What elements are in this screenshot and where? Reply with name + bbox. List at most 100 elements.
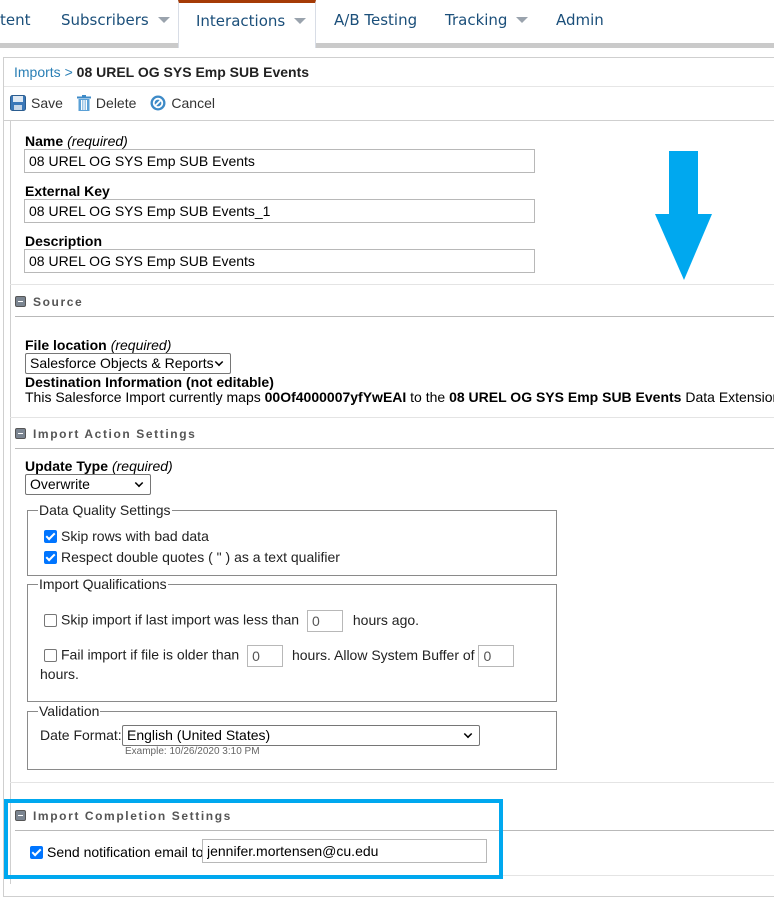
- update-type-select[interactable]: Overwrite: [25, 474, 151, 495]
- nav-tracking[interactable]: Tracking: [445, 0, 529, 43]
- breadcrumb-current: 08 UREL OG SYS Emp SUB Events: [76, 64, 310, 80]
- import-qualifications-group: Import Qualifications: [27, 576, 557, 702]
- caret-down-icon: [157, 17, 170, 23]
- file-location-value: Salesforce Objects & Reports: [30, 355, 214, 371]
- fail-hours-input[interactable]: 0: [247, 645, 284, 667]
- update-type-label: Update Type (required): [25, 458, 173, 474]
- collapse-icon[interactable]: [15, 810, 26, 821]
- skip-import-checkbox[interactable]: [44, 613, 57, 627]
- option-label: Send notification email to: [47, 844, 204, 860]
- nav-ab-testing[interactable]: A/B Testing: [334, 0, 417, 43]
- destination-info-label: Destination Information (not editable): [25, 374, 274, 390]
- file-location-select[interactable]: Salesforce Objects & Reports: [25, 353, 231, 374]
- option-label: Skip rows with bad data: [61, 528, 209, 544]
- delete-button[interactable]: Delete: [76, 95, 137, 111]
- destination-middle: to the: [410, 389, 446, 405]
- notification-email-input[interactable]: [202, 839, 487, 863]
- section-title: Import Action Settings: [33, 427, 197, 441]
- nav-label: Tracking: [445, 11, 508, 29]
- skip-bad-rows-option[interactable]: Skip rows with bad data: [44, 528, 209, 544]
- section-title: Import Completion Settings: [33, 809, 232, 823]
- option-label: Fail import if file is older than: [61, 646, 240, 663]
- collapse-icon[interactable]: [15, 296, 26, 307]
- divider: [4, 120, 774, 121]
- destination-prefix: This Salesforce Import currently maps: [25, 389, 261, 405]
- description-label: Description: [25, 233, 103, 249]
- date-format-example: Example: 10/26/2020 3:10 PM: [125, 746, 260, 757]
- required-hint: (required): [111, 458, 173, 474]
- save-label: Save: [31, 95, 63, 111]
- file-location-label: File location (required): [25, 337, 171, 353]
- chevron-down-icon: [214, 357, 224, 367]
- group-legend: Import Qualifications: [39, 576, 167, 592]
- divider: [10, 284, 774, 285]
- nav-label: Interactions: [196, 12, 286, 30]
- send-notification-option: Send notification email to: [30, 844, 203, 860]
- group-legend: Validation: [39, 703, 100, 719]
- delete-label: Delete: [95, 95, 137, 111]
- file-location-label-text: File location: [25, 337, 107, 353]
- trash-icon: [76, 95, 91, 111]
- breadcrumb-imports-link[interactable]: Imports: [14, 64, 61, 80]
- caret-down-icon: [516, 17, 529, 23]
- fail-import-checkbox[interactable]: [44, 648, 57, 662]
- date-format-select[interactable]: English (United States): [122, 725, 480, 746]
- top-navigation: tent Subscribers Interactions A/B Testin…: [0, 0, 774, 48]
- cancel-icon: [150, 95, 166, 111]
- save-icon: [10, 95, 26, 111]
- save-button[interactable]: Save: [10, 95, 63, 111]
- cancel-button[interactable]: Cancel: [150, 95, 215, 111]
- divider: [10, 782, 774, 783]
- date-format-value: English (United States): [127, 727, 271, 743]
- skip-bad-rows-checkbox[interactable]: [44, 530, 57, 543]
- skip-import-option: Skip import if last import was less than…: [44, 610, 419, 632]
- respect-quotes-checkbox[interactable]: [44, 551, 57, 564]
- system-buffer-input[interactable]: 0: [478, 645, 515, 667]
- nav-label: tent: [0, 11, 31, 29]
- respect-quotes-option[interactable]: Respect double quotes ( " ) as a text qu…: [44, 549, 340, 565]
- cancel-label: Cancel: [171, 95, 215, 111]
- destination-info-text: This Salesforce Import currently maps 00…: [25, 389, 774, 405]
- breadcrumb: Imports > 08 UREL OG SYS Emp SUB Events: [14, 64, 309, 80]
- section-title: Source: [33, 295, 84, 309]
- caret-down-icon: [294, 18, 307, 24]
- option-label: hours ago.: [352, 611, 420, 628]
- nav-interactions[interactable]: Interactions: [178, 0, 316, 48]
- nav-admin[interactable]: Admin: [556, 0, 604, 43]
- import-action-section-header[interactable]: Import Action Settings: [15, 427, 774, 449]
- fail-hours-suffix: hours.: [40, 666, 79, 682]
- option-label: Skip import if last import was less than: [61, 611, 300, 628]
- name-label-text: Name: [25, 133, 64, 149]
- collapse-icon[interactable]: [15, 428, 26, 439]
- source-section-header[interactable]: Source: [15, 295, 774, 317]
- divider: [4, 86, 774, 87]
- destination-suffix: Data Extension: [685, 389, 774, 405]
- send-notification-checkbox[interactable]: [30, 846, 43, 859]
- destination-object-id: 00Of4000007yfYwEAI: [264, 389, 407, 405]
- external-key-input[interactable]: [24, 199, 535, 223]
- skip-hours-input[interactable]: 0: [306, 610, 343, 632]
- nav-underbar: [0, 43, 774, 48]
- nav-label: A/B Testing: [334, 11, 418, 29]
- update-type-value: Overwrite: [30, 476, 90, 492]
- divider: [10, 417, 774, 418]
- nav-label: Admin: [556, 11, 604, 29]
- nav-subscribers[interactable]: Subscribers: [61, 0, 170, 43]
- required-hint: (required): [110, 337, 172, 353]
- chevron-down-icon: [463, 729, 473, 739]
- destination-extension-name: 08 UREL OG SYS Emp SUB Events: [449, 389, 682, 405]
- name-input[interactable]: [24, 149, 535, 173]
- fail-import-option: Fail import if file is older than 0 hour…: [44, 645, 515, 667]
- option-label: Respect double quotes ( " ) as a text qu…: [61, 549, 340, 565]
- toolbar: Save Delete Cancel: [10, 92, 229, 114]
- import-completion-section-header[interactable]: Import Completion Settings: [15, 809, 774, 831]
- content-left-border: [10, 120, 11, 884]
- required-hint: (required): [67, 133, 128, 149]
- name-label: Name (required): [25, 133, 128, 149]
- breadcrumb-separator: >: [64, 64, 73, 80]
- divider: [10, 875, 774, 876]
- nav-label: Subscribers: [61, 11, 149, 29]
- description-input[interactable]: [24, 249, 535, 273]
- nav-content[interactable]: tent: [0, 0, 31, 43]
- chevron-down-icon: [134, 478, 144, 488]
